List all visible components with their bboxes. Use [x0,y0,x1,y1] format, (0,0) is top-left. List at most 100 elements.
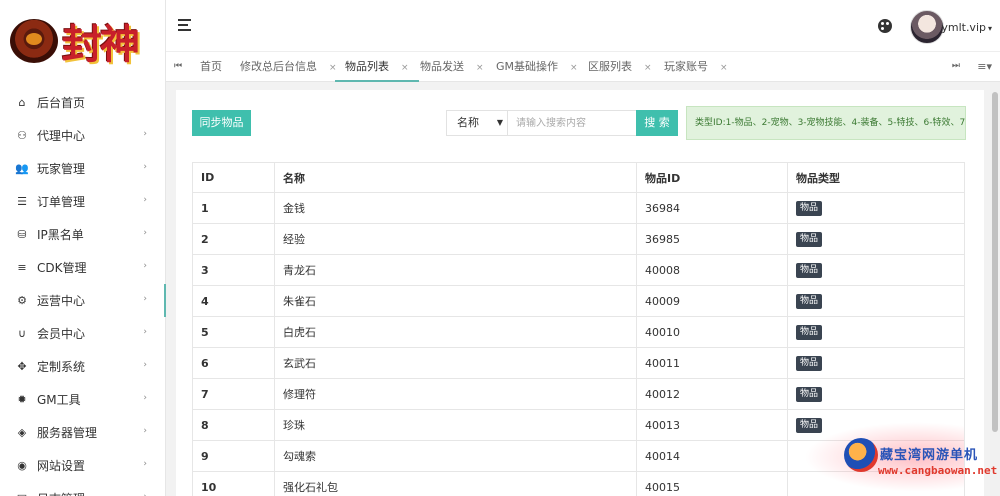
scrollbar-thumb[interactable] [992,92,998,432]
tab-0[interactable]: 首页 [200,52,222,82]
search-input[interactable] [507,110,637,136]
column-header-id[interactable]: ID [192,162,275,193]
table-row[interactable]: 3 青龙石 40008 物品 [192,254,965,286]
cell-id: 3 [192,254,275,286]
chevron-right-icon: › [143,261,147,271]
tabs-scroll-left-icon[interactable]: ⏮ [174,61,182,71]
cell-item-id: 40010 [636,316,788,348]
cell-item-id: 40013 [636,409,788,441]
close-tab-icon[interactable]: × [720,63,728,73]
chevron-right-icon: › [143,327,147,337]
cell-name: 金钱 [274,192,637,224]
sidebar-item-0[interactable]: ⌂ 后台首页 [0,86,165,119]
diamond-icon: ◈ [17,426,27,439]
cdk-icon: ≡ [17,261,27,274]
sidebar-item-label: 玩家管理 [37,162,86,176]
tabs-menu-icon[interactable]: ≡▾ [977,60,992,73]
cell-id: 7 [192,378,275,410]
column-header-item-id[interactable]: 物品ID [636,162,788,193]
gear-icon: ⚙ [17,294,27,307]
cell-id: 1 [192,192,275,224]
sync-items-button[interactable]: 同步物品 [192,110,251,136]
cell-type: 物品 [787,223,965,255]
sidebar-item-10[interactable]: ◈ 服务器管理 › [0,416,165,449]
sidebar-item-3[interactable]: ☰ 订单管理 › [0,185,165,218]
avatar[interactable] [910,10,944,44]
sidebar-item-12[interactable]: ▤ 日志管理 › [0,482,165,496]
cell-type: 物品 [787,378,965,410]
search-field-select[interactable]: 名称 ▼ [446,110,508,136]
menu-toggle-icon[interactable] [178,19,191,34]
cell-type: 物品 [787,285,965,317]
table-header-row: ID 名称 物品ID 物品类型 [192,162,965,193]
type-badge: 物品 [796,294,823,309]
table-row[interactable]: 4 朱雀石 40009 物品 [192,285,965,317]
cell-name: 青龙石 [274,254,637,286]
table-row[interactable]: 7 修理符 40012 物品 [192,378,965,410]
username: ymlt.vip [941,21,986,34]
sidebar-item-1[interactable]: ⚇ 代理中心 › [0,119,165,152]
cell-id: 9 [192,440,275,472]
sidebar-item-label: CDK管理 [37,261,87,275]
cell-id: 10 [192,471,275,496]
cell-item-id: 40011 [636,347,788,379]
cell-type: 物品 [787,192,965,224]
sidebar-item-9[interactable]: ✹ GM工具 › [0,383,165,416]
table-row[interactable]: 6 玄武石 40011 物品 [192,347,965,379]
cell-name: 玄武石 [274,347,637,379]
sidebar-item-7[interactable]: ∪ 会员中心 › [0,317,165,350]
sidebar-item-label: 服务器管理 [37,426,98,440]
sidebar-item-label: 订单管理 [37,195,86,209]
chevron-right-icon: › [143,129,147,139]
theme-palette-icon[interactable] [878,19,892,33]
tab-label: 物品列表 [345,60,389,73]
type-legend-note: 类型ID:1-物品、2-宠物、3-宠物技能、4-装备、5-特技、6-特效、7-套… [686,106,966,140]
search-button[interactable]: 搜 索 [636,110,678,136]
tabs-scroll-right-icon[interactable]: ⏭ [952,61,960,71]
cell-name: 强化石礼包 [274,471,637,496]
table-row[interactable]: 1 金钱 36984 物品 [192,192,965,224]
chevron-right-icon: › [143,393,147,403]
watermark-logo-icon [844,438,878,472]
chevron-right-icon: › [143,426,147,436]
close-tab-icon[interactable]: × [644,63,652,73]
type-badge: 物品 [796,387,823,402]
sidebar-item-11[interactable]: ◉ 网站设置 › [0,449,165,482]
table-row[interactable]: 2 经验 36985 物品 [192,223,965,255]
close-tab-icon[interactable]: × [401,63,409,73]
sidebar: 封神 ⌂ 后台首页 ⚇ 代理中心 › 👥 玩家管理 › ☰ 订单管理 › ⛁ IP黑名单 › ≡ CDK管理 ›… [0,0,166,496]
tab-label: 修改总后台信息 [240,60,317,73]
sidebar-item-label: 会员中心 [37,327,86,341]
tab-3[interactable]: 物品发送 × [420,52,484,82]
close-tab-icon[interactable]: × [570,63,578,73]
sidebar-item-8[interactable]: ✥ 定制系统 › [0,350,165,383]
tab-1[interactable]: 修改总后台信息 × [240,52,337,82]
watermark: 藏宝湾网游单机 www.cangbaowan.net [804,422,997,492]
sidebar-item-label: 网站设置 [37,459,86,473]
home-icon: ⌂ [18,96,26,109]
sidebar-item-label: 运营中心 [37,294,86,308]
select-value: 名称 [457,116,479,129]
chevron-down-icon: ▼ [496,118,503,127]
sidebar-item-6[interactable]: ⚙ 运营中心 › [0,284,166,317]
cell-item-id: 36985 [636,223,788,255]
user-menu[interactable]: ymlt.vip ▾ [941,21,992,34]
tab-6[interactable]: 玩家账号 × [664,52,728,82]
logo[interactable]: 封神 [0,0,165,82]
sidebar-item-5[interactable]: ≡ CDK管理 › [0,251,165,284]
cell-type: 物品 [787,316,965,348]
cell-name: 修理符 [274,378,637,410]
tab-2[interactable]: 物品列表 × [335,52,419,82]
close-tab-icon[interactable]: × [476,63,484,73]
tab-5[interactable]: 区服列表 × [588,52,652,82]
logo-text: 封神 [62,21,140,68]
cell-item-id: 40008 [636,254,788,286]
column-header-name[interactable]: 名称 [274,162,637,193]
sidebar-item-2[interactable]: 👥 玩家管理 › [0,152,165,185]
sidebar-item-label: 日志管理 [37,490,85,496]
sidebar-item-4[interactable]: ⛁ IP黑名单 › [0,218,165,251]
tab-label: 玩家账号 [664,60,708,73]
table-row[interactable]: 5 白虎石 40010 物品 [192,316,965,348]
column-header-item-type[interactable]: 物品类型 [787,162,965,193]
tab-4[interactable]: GM基础操作 × [496,52,578,82]
